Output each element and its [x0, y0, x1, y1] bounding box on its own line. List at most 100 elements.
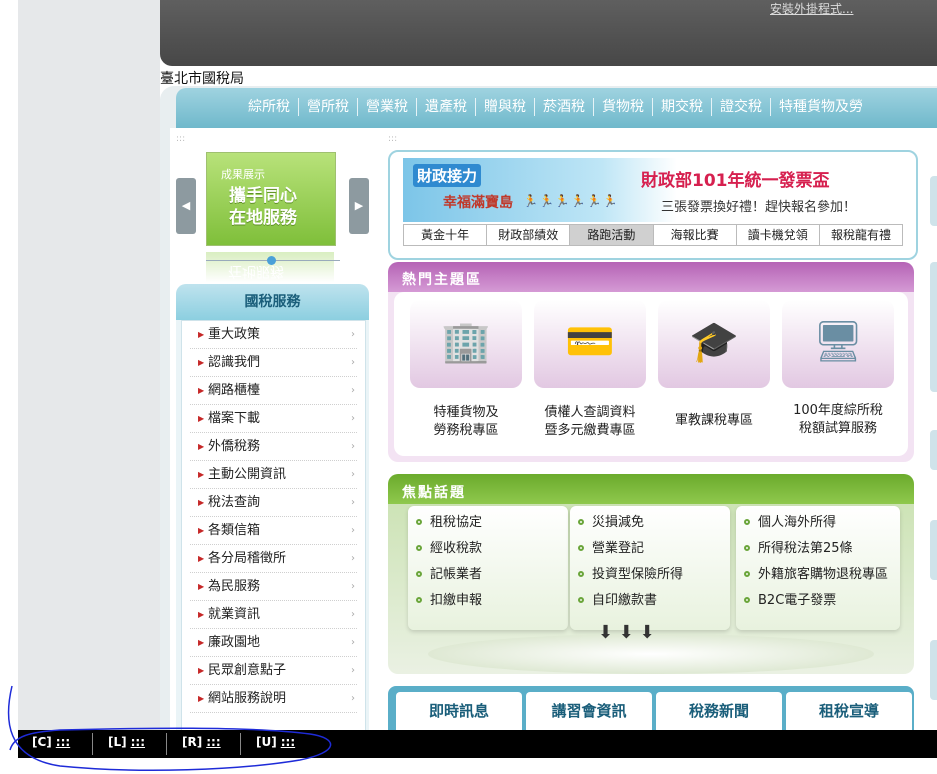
focus-item-b2c-invoice[interactable]: B2C電子發票	[736, 588, 900, 614]
sidebar-item-label: 外僑稅務	[208, 439, 261, 454]
tax-nav-bar: 綜所稅 營所稅 營業稅 遺產稅 贈與稅 菸酒稅 貨物稅 期交稅 證交稅 特種貨物及勞	[176, 88, 937, 128]
chevron-right-icon: ›	[351, 525, 355, 536]
hot-card-label-line2: 暨多元繳費專區	[544, 423, 636, 438]
focus-item-self-print-bill[interactable]: 自印繳款書	[570, 588, 730, 614]
nav-item-profit-tax[interactable]: 營所稅	[299, 98, 358, 116]
hot-card-label: 債權人查調資料 暨多元繳費專區	[534, 404, 646, 440]
focus-item-label: 災損減免	[592, 515, 645, 530]
bullet-icon: ▶	[198, 358, 205, 367]
bullet-icon: ▶	[198, 386, 205, 395]
focus-item-article-25[interactable]: 所得稅法第25條	[736, 536, 900, 562]
carousel-indicator[interactable]	[267, 256, 276, 265]
sidebar-item-citizen-service[interactable]: ▶ 為民服務 ›	[190, 573, 357, 601]
hot-card-label-line1: 特種貨物及	[433, 405, 499, 420]
promo-tag: 財政接力	[413, 164, 482, 187]
bullet-icon	[416, 519, 422, 525]
right-side-widget[interactable]	[930, 520, 937, 580]
carousel-prev-button[interactable]: ◀	[176, 178, 196, 234]
bullet-icon	[578, 597, 584, 603]
focus-item-tourist-refund[interactable]: 外籍旅客購物退稅專區	[736, 562, 900, 588]
promo-panel: 財政接力 幸福滿寶島 🏃🏃🏃🏃🏃🏃 財政部101年統一發票盃 三張發票換好禮！趕…	[388, 150, 918, 260]
nav-item-securities-tax[interactable]: 證交稅	[712, 98, 771, 116]
nav-item-tobacco-tax[interactable]: 菸酒稅	[535, 98, 594, 116]
nav-item-gift-tax[interactable]: 贈與稅	[476, 98, 535, 116]
credit-card-icon: 💳	[565, 319, 615, 365]
sidebar-item-label: 廉政園地	[208, 635, 261, 650]
focus-item-disaster-relief[interactable]: 災損減免	[570, 510, 730, 536]
services-title: 國稅服務	[176, 284, 369, 320]
tab-seminar-info[interactable]: 講習會資訊	[526, 692, 652, 730]
sidebar-item-about-us[interactable]: ▶ 認識我們 ›	[190, 349, 357, 377]
focus-column-2: 災損減免 營業登記 投資型保險所得 自印繳款書	[570, 506, 730, 630]
nav-item-income-tax[interactable]: 綜所稅	[240, 98, 299, 116]
focus-item-tax-treaty[interactable]: 租稅協定	[408, 510, 568, 536]
focus-topics-panel: 焦點話題 租稅協定 經收稅款 記帳業者 扣繳申報 災損減免 營業登記 投資型保險…	[388, 474, 914, 674]
hot-card-teacher-tax[interactable]: 🎓 軍教課稅專區	[658, 300, 770, 450]
tab-instant-news[interactable]: 即時訊息	[396, 692, 522, 730]
promo-tab-poster[interactable]: 海報比賽	[654, 225, 737, 245]
site-title: 臺北市國稅局	[160, 71, 244, 87]
hot-card-income-calc[interactable]: 🖥 100年度綜所稅 稅額試算服務	[782, 300, 894, 450]
building-icon: 🏢	[441, 319, 491, 365]
nav-item-futures-tax[interactable]: 期交稅	[653, 98, 712, 116]
chevron-right-icon: ›	[351, 637, 355, 648]
bullet-icon	[744, 519, 750, 525]
promo-tab-gifts[interactable]: 報稅龍有禮	[820, 225, 902, 245]
right-side-widget[interactable]	[930, 262, 937, 392]
promo-tab-performance[interactable]: 財政部績效	[487, 225, 571, 245]
sidebar-item-label: 各類信箱	[208, 523, 261, 538]
promo-tab-running[interactable]: 路跑活動	[570, 225, 654, 245]
bullet-icon: ▶	[198, 582, 205, 591]
tab-tax-news[interactable]: 稅務新聞	[656, 692, 782, 730]
focus-item-bookkeepers[interactable]: 記帳業者	[408, 562, 568, 588]
hot-card-label-line2: 稅額試算服務	[798, 421, 877, 436]
services-list: ▶ 重大政策 › ▶ 認識我們 › ▶ 網路櫃檯 › ▶ 檔案下載 › ▶ 外僑稅務 › ▶ 主動公開…	[181, 320, 366, 732]
banner-headline-line1: 攜手同心	[229, 186, 297, 206]
runners-icon: 🏃🏃🏃🏃🏃🏃	[523, 194, 619, 208]
focus-item-insurance-income[interactable]: 投資型保險所得	[570, 562, 730, 588]
hot-card-special-goods[interactable]: 🏢 特種貨物及 勞務稅專區	[410, 300, 522, 450]
sidebar-item-label: 為民服務	[208, 579, 261, 594]
install-plugin-link[interactable]: 安裝外掛程式...	[770, 0, 853, 17]
hot-topics-title: 熱門主題區	[402, 272, 482, 288]
nav-item-commodity-tax[interactable]: 貨物稅	[594, 98, 653, 116]
sidebar-item-downloads[interactable]: ▶ 檔案下載 ›	[190, 405, 357, 433]
banner-headline: 攜手同心 在地服務	[229, 185, 297, 229]
focus-item-withholding[interactable]: 扣繳申報	[408, 588, 568, 614]
tab-tax-promotion[interactable]: 租稅宣導	[786, 692, 912, 730]
carousel-banner[interactable]: 成果展示 攜手同心 在地服務	[206, 152, 336, 246]
carousel-next-button[interactable]: ▶	[349, 178, 369, 234]
right-side-widget[interactable]	[930, 640, 937, 700]
sidebar-item-tax-law[interactable]: ▶ 稅法查詢 ›	[190, 489, 357, 517]
right-side-widget[interactable]	[930, 176, 937, 226]
sidebar-item-online-counter[interactable]: ▶ 網路櫃檯 ›	[190, 377, 357, 405]
chevron-right-icon: ›	[351, 553, 355, 564]
chevron-right-icon: ›	[351, 665, 355, 676]
focus-item-tax-collection[interactable]: 經收稅款	[408, 536, 568, 562]
sidebar-item-mailboxes[interactable]: ▶ 各類信箱 ›	[190, 517, 357, 545]
focus-item-business-registration[interactable]: 營業登記	[570, 536, 730, 562]
nav-item-special-goods-tax[interactable]: 特種貨物及勞	[771, 98, 871, 116]
focus-topics-title: 焦點話題	[402, 485, 466, 501]
sidebar-item-public-info[interactable]: ▶ 主動公開資訊 ›	[190, 461, 357, 489]
promo-banner[interactable]: 財政接力 幸福滿寶島 🏃🏃🏃🏃🏃🏃 財政部101年統一發票盃 三張發票換好禮！趕…	[403, 158, 901, 222]
focus-item-overseas-income[interactable]: 個人海外所得	[736, 510, 900, 536]
sidebar-item-integrity[interactable]: ▶ 廉政園地 ›	[190, 629, 357, 657]
hot-card-creditor[interactable]: 💳 債權人查調資料 暨多元繳費專區	[534, 300, 646, 450]
sidebar-item-label: 重大政策	[208, 327, 261, 342]
promo-tab-golden-decade[interactable]: 黃金十年	[404, 225, 488, 245]
chevron-right-icon: ›	[351, 469, 355, 480]
right-side-widget[interactable]	[930, 430, 937, 470]
sidebar-item-branches[interactable]: ▶ 各分局稽徵所 ›	[190, 545, 357, 573]
nav-item-estate-tax[interactable]: 遺產稅	[417, 98, 476, 116]
promo-tab-card-reader[interactable]: 讀卡機兌領	[737, 225, 820, 245]
chevron-right-icon: ›	[351, 497, 355, 508]
nav-item-business-tax[interactable]: 營業稅	[358, 98, 417, 116]
sidebar-item-label: 主動公開資訊	[208, 467, 287, 482]
hot-card-image: 🎓	[658, 300, 770, 388]
sidebar-item-major-policy[interactable]: ▶ 重大政策 ›	[190, 321, 357, 349]
bullet-icon	[578, 519, 584, 525]
sidebar-item-expat-tax[interactable]: ▶ 外僑稅務 ›	[190, 433, 357, 461]
sidebar-item-jobs[interactable]: ▶ 就業資訊 ›	[190, 601, 357, 629]
focus-item-label: 租稅協定	[430, 515, 483, 530]
